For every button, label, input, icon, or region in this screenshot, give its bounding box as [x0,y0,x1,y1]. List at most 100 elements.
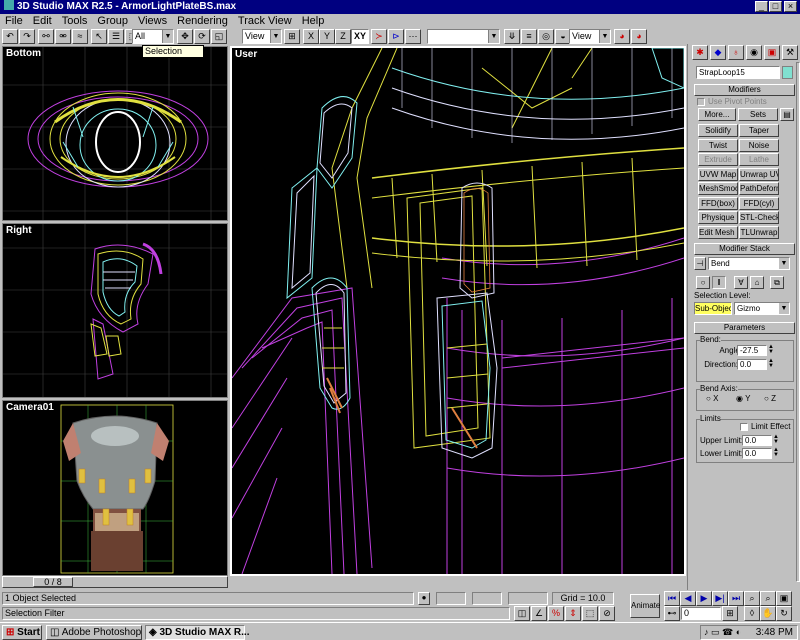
play-icon[interactable]: ▶ [696,591,712,606]
align-icon[interactable]: ⤋ [504,29,520,44]
bend-axis-x-radio[interactable]: ○ X [706,394,718,404]
named-selection-dropdown[interactable]: ▼ [427,29,500,44]
coordinate-system-dropdown[interactable]: View ▼ [242,29,282,44]
modifier-button-edit-mesh-2[interactable]: Edit Mesh 2 [698,225,738,239]
viewport-right[interactable]: Right [2,223,228,398]
sets-button[interactable]: Sets [738,108,778,121]
go-to-start-icon[interactable]: ⏮ [664,591,680,606]
modifier-button-ffd-box[interactable]: FFD(box) [698,196,738,210]
undo-icon[interactable]: ↶ [2,29,18,44]
viewport-label-camera[interactable]: Camera01 [6,402,54,413]
zoom-all-icon[interactable]: ⌕ [760,591,776,606]
arc-rotate-icon[interactable]: ↻ [776,606,792,621]
axis-z-button[interactable]: Z [335,29,351,44]
quick-render-icon[interactable]: ◕ [614,29,630,44]
make-unique-icon[interactable]: ∀ [734,276,748,289]
inverse-kinematics-icon[interactable]: ≻ [371,29,387,44]
upper-limit-spinner[interactable]: ▲ ▼ [773,434,779,446]
spinner-snap-icon[interactable]: ⇕ [565,606,581,621]
menu-track-view[interactable]: Track View [233,15,297,27]
select-rotate-icon[interactable]: ⟳ [194,29,210,44]
zoom-extents-icon[interactable]: ▣ [776,591,792,606]
menu-rendering[interactable]: Rendering [172,15,233,27]
axis-y-button[interactable]: Y [319,29,335,44]
current-frame-field[interactable]: 0 [681,607,721,620]
object-color-swatch[interactable] [782,66,793,79]
angle-spinner[interactable]: ▲ ▼ [768,344,774,356]
link-icon[interactable]: ⚯ [38,29,54,44]
modify-tab-icon[interactable]: ◆ [710,45,726,60]
sub-object-level-dropdown[interactable]: Gizmo ▼ [734,302,790,315]
next-frame-icon[interactable]: ▶| [712,591,728,606]
edit-stack-icon[interactable]: ⧉ [770,276,784,289]
modifier-button-taper[interactable]: Taper [739,124,779,137]
viewport-label-right[interactable]: Right [6,225,32,236]
modifier-button-noise[interactable]: Noise [739,138,779,152]
mirror-icon[interactable]: ⊳ [388,29,404,44]
bind-spacewarp-icon[interactable]: ≈ [72,29,88,44]
bend-axis-z-radio[interactable]: ○ Z [764,394,776,404]
hierarchy-tab-icon[interactable]: ♁ [728,45,744,60]
object-name-field[interactable]: StrapLoop15 [696,66,780,79]
use-pivot-checkbox[interactable] [697,98,705,106]
modifier-button-solidify[interactable]: Solidify [698,124,738,137]
select-move-icon[interactable]: ✥ [177,29,193,44]
minimize-button[interactable]: _ [755,1,768,12]
window-crossing-icon[interactable]: ⬚ [582,606,598,621]
modifiers-rollout-header[interactable]: Modifiers [694,84,795,96]
material-editor-icon[interactable]: ◎ [538,29,554,44]
select-scale-icon[interactable]: ◱ [211,29,227,44]
modifier-button-lathe[interactable]: Lathe [739,153,779,166]
more-button[interactable]: More... [698,108,736,121]
motion-tab-icon[interactable]: ◉ [746,45,762,60]
array-icon[interactable]: ⋯ [405,29,421,44]
key-mode-icon[interactable]: ⊷ [664,606,680,621]
track-view-icon[interactable]: ≡ [521,29,537,44]
select-by-name-icon[interactable]: ☰ [108,29,124,44]
taskbar-photoshop[interactable]: ◫ Adobe Photoshop [46,625,142,640]
time-slider-thumb[interactable]: 0 / 8 [33,577,73,587]
taskbar-3dsmax[interactable]: ◈ 3D Studio MAX R... [145,625,249,640]
snap-toggle-icon[interactable]: ◫ [514,606,530,621]
angle-field[interactable]: -27.5 [737,345,767,356]
active-inactive-icon[interactable]: ○ [696,276,710,289]
modifier-stack-dropdown[interactable]: Bend ▼ [708,257,790,270]
lock-selection-icon[interactable]: ● [418,592,430,605]
maximize-button[interactable]: □ [769,1,782,12]
viewport-bottom[interactable]: Bottom [2,46,228,221]
select-object-icon[interactable]: ↖ [91,29,107,44]
start-button[interactable]: ⊞ Start [2,625,42,640]
menu-tools[interactable]: Tools [57,15,93,27]
pivot-center-icon[interactable]: ⊞ [284,29,300,44]
modifier-button-twist[interactable]: Twist [698,138,738,152]
modifier-button-pathdeform[interactable]: PathDeform [739,182,779,195]
bend-axis-y-radio[interactable]: ◉ Y [736,394,750,404]
menu-file[interactable]: File [0,15,28,27]
remove-modifier-icon[interactable]: ⌂ [750,276,764,289]
direction-field[interactable]: 0.0 [737,359,767,370]
time-config-icon[interactable]: ⊞ [722,606,738,621]
viewport-camera[interactable]: Camera01 [2,400,228,576]
upper-limit-field[interactable]: 0.0 [742,435,772,446]
render-type-dropdown[interactable]: View ▼ [569,29,611,44]
viewport-user[interactable]: User [230,46,686,576]
display-tab-icon[interactable]: ▣ [764,45,780,60]
tray-icons[interactable]: ♪ ▭ ☎ ◐ [704,627,741,637]
menu-edit[interactable]: Edit [28,15,57,27]
axis-x-button[interactable]: X [303,29,319,44]
zoom-icon[interactable]: ⌕ [744,591,760,606]
lower-limit-spinner[interactable]: ▲ ▼ [773,447,779,459]
field-of-view-icon[interactable]: ◊ [744,606,760,621]
modifier-button-tlunwrap[interactable]: TLUnwrap [739,225,779,239]
selection-filter-dropdown[interactable]: All ▼ [132,29,174,44]
parameters-rollout-header[interactable]: Parameters [694,322,795,334]
menu-group[interactable]: Group [92,15,133,27]
angle-snap-icon[interactable]: ∠ [531,606,547,621]
previous-frame-icon[interactable]: ◀ [680,591,696,606]
modifier-button-physique[interactable]: Physique [698,211,738,224]
menu-views[interactable]: Views [133,15,172,27]
panel-scrollbar[interactable] [796,62,800,582]
show-end-result-icon[interactable]: ‖ [712,276,726,289]
modifier-button-extrude[interactable]: Extrude [698,153,738,166]
animate-button[interactable]: Animate [630,594,660,618]
